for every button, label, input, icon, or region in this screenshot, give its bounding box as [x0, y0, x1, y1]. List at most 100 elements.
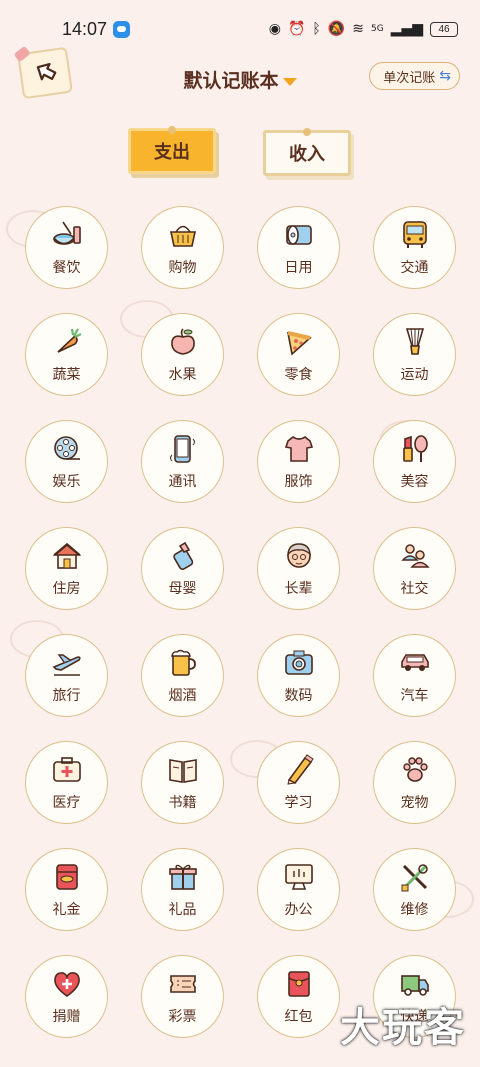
category-film-reel[interactable]: 娱乐 — [25, 420, 108, 503]
category-peach[interactable]: 水果 — [141, 313, 224, 396]
category-label: 长辈 — [284, 580, 313, 597]
tshirt-icon — [284, 435, 313, 462]
shuttlecock-icon — [405, 327, 424, 355]
lottery-ticket-icon — [169, 974, 196, 993]
category-paw[interactable]: 宠物 — [373, 741, 456, 824]
category-red-envelope[interactable]: 红包 — [257, 955, 340, 1038]
category-monitor[interactable]: 办公 — [257, 848, 340, 931]
category-phone[interactable]: 通讯 — [141, 420, 224, 503]
category-bus[interactable]: 交通 — [373, 206, 456, 289]
medical-kit-icon — [52, 756, 81, 782]
gift-money-icon — [55, 863, 78, 890]
category-grid: 餐饮 购物 日用 交通蔬菜 水果 零食 运动娱乐 通讯 服饰 美容住房 母婴 长辈 社交旅行 烟酒 数码 汽车… — [25, 206, 465, 1038]
category-pencil[interactable]: 学习 — [257, 741, 340, 824]
camera-icon — [284, 650, 313, 675]
car-icon — [400, 653, 429, 671]
cloud-app-icon — [113, 20, 131, 38]
tab-label: 支出 — [154, 142, 190, 163]
category-carrot[interactable]: 蔬菜 — [25, 313, 108, 396]
category-label: 蔬菜 — [52, 366, 81, 383]
tab-label: 收入 — [289, 144, 325, 165]
baby-bottle-icon — [172, 541, 193, 570]
status-bar: 14:07 ◉ ⏰ ᛒ 🔕 ≋ 5G ▂▄▆ 46 — [0, 0, 480, 58]
category-toilet-paper[interactable]: 日用 — [257, 206, 340, 289]
category-label: 餐饮 — [52, 259, 81, 276]
category-dining[interactable]: 餐饮 — [25, 206, 108, 289]
category-label: 娱乐 — [52, 473, 81, 490]
gift-box-icon — [168, 864, 197, 890]
category-lottery-ticket[interactable]: 彩票 — [141, 955, 224, 1038]
category-label: 烟酒 — [168, 687, 197, 704]
category-car[interactable]: 汽车 — [373, 634, 456, 717]
network-type: 5G — [370, 24, 384, 34]
category-label: 礼品 — [168, 901, 197, 918]
category-baby-bottle[interactable]: 母婴 — [141, 527, 224, 610]
category-label: 住房 — [52, 580, 81, 597]
peach-icon — [170, 327, 195, 355]
elder-icon — [286, 542, 311, 568]
single-entry-button[interactable]: 单次记账 ⇆ — [369, 62, 460, 90]
category-beer[interactable]: 烟酒 — [141, 634, 224, 717]
category-label: 捐赠 — [52, 1008, 81, 1025]
category-gift-money[interactable]: 礼金 — [25, 848, 108, 931]
shopping-basket-icon — [169, 225, 196, 247]
category-tshirt[interactable]: 服饰 — [257, 420, 340, 503]
toilet-paper-icon — [285, 224, 312, 245]
nail-icon — [303, 128, 311, 136]
pencil-icon — [286, 753, 314, 785]
watermark: 大玩客 — [340, 1005, 466, 1051]
category-label: 旅行 — [52, 687, 81, 704]
category-pizza[interactable]: 零食 — [257, 313, 340, 396]
category-shuttlecock[interactable]: 运动 — [373, 313, 456, 396]
red-envelope-icon — [287, 970, 310, 997]
header: 默认记账本 单次记账 ⇆ — [0, 45, 480, 108]
swap-icon: ⇆ — [439, 68, 451, 84]
battery-icon: 46 — [430, 21, 458, 37]
category-camera[interactable]: 数码 — [257, 634, 340, 717]
category-shopping-basket[interactable]: 购物 — [141, 206, 224, 289]
eye-icon: ◉ — [268, 21, 281, 37]
category-label: 汽车 — [400, 687, 429, 704]
category-heart-plus[interactable]: 捐赠 — [25, 955, 108, 1038]
category-label: 办公 — [284, 901, 313, 918]
category-label: 数码 — [284, 687, 313, 704]
signal-icon: ▂▄▆ — [390, 21, 423, 37]
category-lipstick-mirror[interactable]: 美容 — [373, 420, 456, 503]
category-gift-box[interactable]: 礼品 — [141, 848, 224, 931]
category-house[interactable]: 住房 — [25, 527, 108, 610]
category-airplane[interactable]: 旅行 — [25, 634, 108, 717]
category-label: 通讯 — [168, 473, 197, 490]
category-label: 学习 — [284, 794, 313, 811]
bus-icon — [402, 220, 427, 248]
tab-expense[interactable]: 支出 — [128, 126, 216, 174]
pizza-icon — [286, 330, 312, 356]
monitor-icon — [284, 863, 313, 890]
category-people[interactable]: 社交 — [373, 527, 456, 610]
film-reel-icon — [53, 435, 80, 460]
alarm-icon: ⏰ — [287, 21, 306, 37]
category-label: 红包 — [284, 1008, 313, 1025]
people-icon — [400, 543, 430, 568]
category-book[interactable]: 书籍 — [141, 741, 224, 824]
caret-down-icon — [282, 77, 297, 86]
category-elder[interactable]: 长辈 — [257, 527, 340, 610]
beer-icon — [170, 649, 196, 676]
tab-income[interactable]: 收入 — [263, 128, 351, 176]
phone-icon — [169, 434, 195, 463]
mute-icon: 🔕 — [327, 21, 346, 37]
category-tools[interactable]: 维修 — [373, 848, 456, 931]
status-icons: ◉ ⏰ ᛒ 🔕 ≋ 5G ▂▄▆ 46 — [269, 21, 458, 37]
carrot-icon — [56, 327, 81, 353]
category-label: 维修 — [400, 901, 429, 918]
paw-icon — [402, 756, 428, 782]
category-label: 医疗 — [52, 794, 81, 811]
nail-icon — [168, 126, 176, 134]
category-label: 交通 — [400, 259, 429, 276]
category-label: 礼金 — [52, 901, 81, 918]
category-label: 书籍 — [168, 794, 197, 811]
category-medical-kit[interactable]: 医疗 — [25, 741, 108, 824]
category-label: 零食 — [284, 366, 313, 383]
type-tabs: 支出 收入 — [0, 126, 480, 182]
category-label: 服饰 — [284, 473, 313, 490]
category-label: 购物 — [168, 259, 197, 276]
